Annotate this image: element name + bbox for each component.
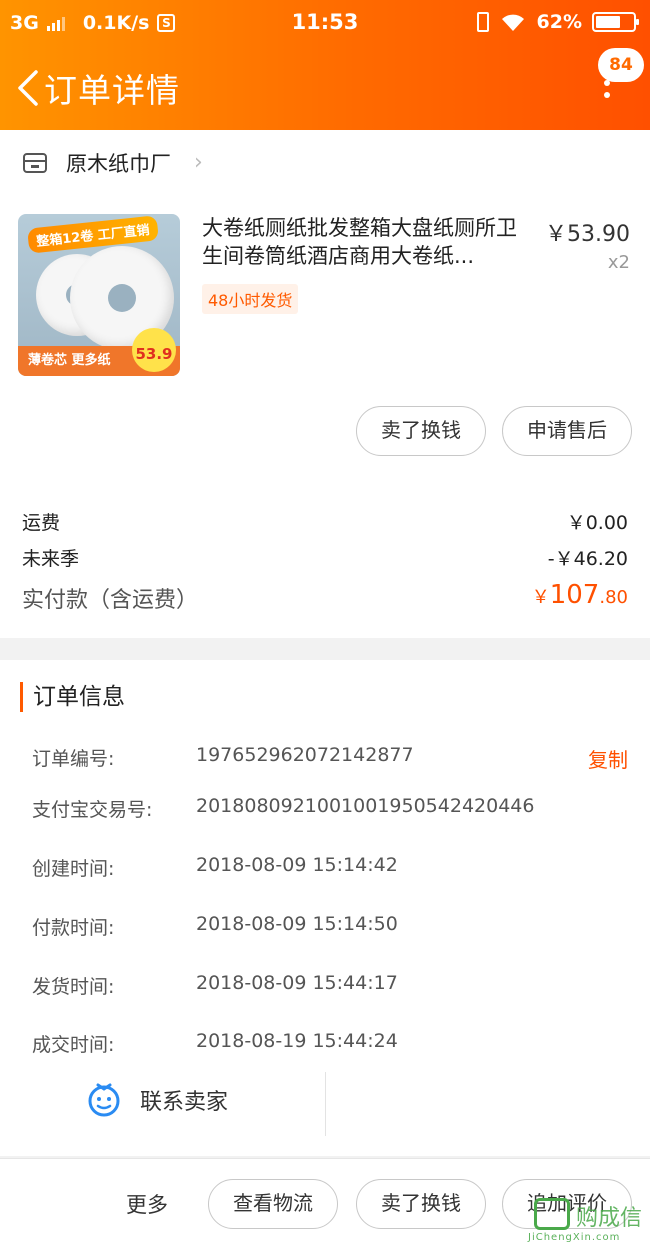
nav-bar: 订单详情 84 bbox=[0, 46, 650, 130]
header: 3G 0.1K/s S 11:53 62% 订单详情 84 bbox=[0, 0, 650, 130]
battery-percent: 62% bbox=[536, 11, 582, 33]
shipping-tag: 48小时发货 bbox=[202, 284, 299, 314]
watermark-logo-icon bbox=[534, 1198, 570, 1230]
product-quantity: x2 bbox=[607, 252, 630, 273]
watermark-text: 购成信 bbox=[576, 1206, 643, 1231]
vibrate-icon bbox=[476, 12, 489, 32]
shipping-fee-row: 运费 ￥0.00 bbox=[22, 508, 628, 535]
discount-value: -￥46.20 bbox=[547, 548, 628, 570]
info-value: 2018-08-09 15:14:42 bbox=[196, 854, 398, 876]
shipping-fee-label: 运费 bbox=[22, 512, 61, 534]
product-thumbnail[interactable]: 整箱12卷 工厂直销 薄卷芯 更多纸 53.9 bbox=[18, 214, 180, 376]
chat-bubble-icon bbox=[88, 1083, 120, 1117]
sell-for-cash-button[interactable]: 卖了换钱 bbox=[356, 406, 486, 456]
shop-icon bbox=[23, 153, 47, 173]
order-item-card: 原木纸巾厂 › 整箱12卷 工厂直销 薄卷芯 更多纸 53.9 大卷纸厕纸批发整… bbox=[0, 130, 650, 638]
info-value: 197652962072142877 bbox=[196, 744, 414, 766]
apply-after-sale-button[interactable]: 申请售后 bbox=[502, 406, 632, 456]
message-count-badge[interactable]: 84 bbox=[598, 48, 644, 82]
contact-seller-label: 联系卖家 bbox=[140, 1090, 229, 1115]
info-label: 订单编号: bbox=[32, 748, 115, 770]
info-label: 发货时间: bbox=[32, 976, 115, 998]
info-label: 创建时间: bbox=[32, 858, 115, 880]
back-arrow-icon[interactable] bbox=[14, 68, 40, 108]
product-price: ￥53.90 bbox=[545, 222, 630, 247]
copy-button[interactable]: 复制 bbox=[588, 744, 628, 773]
info-value: 2018-08-09 15:14:50 bbox=[196, 913, 398, 935]
info-label: 成交时间: bbox=[32, 1034, 115, 1056]
thumbnail-price: 53.9 bbox=[132, 328, 176, 372]
chevron-right-icon: › bbox=[194, 150, 203, 175]
wifi-icon bbox=[501, 14, 524, 31]
info-label: 付款时间: bbox=[32, 917, 115, 939]
contact-seller-button[interactable]: 联系卖家 bbox=[0, 1072, 326, 1136]
status-right: 62% bbox=[476, 11, 639, 33]
shop-row[interactable]: 原木纸巾厂 › bbox=[0, 130, 650, 196]
order-info-section: 订单信息 订单编号: 197652962072142877 复制 支付宝交易号:… bbox=[0, 660, 650, 1156]
page-title: 订单详情 bbox=[44, 71, 180, 110]
order-info-heading: 订单信息 bbox=[20, 682, 125, 712]
info-value: 2018-08-09 15:44:17 bbox=[196, 972, 398, 994]
product-title[interactable]: 大卷纸厕纸批发整箱大盘纸厕所卫生间卷筒纸酒店商用大卷纸... bbox=[202, 214, 532, 270]
discount-row: 未来季 -￥46.20 bbox=[22, 544, 628, 571]
sell-for-cash-button-bottom[interactable]: 卖了换钱 bbox=[356, 1179, 486, 1229]
more-actions-button[interactable]: 更多 bbox=[126, 1189, 168, 1219]
watermark-subtext: JiChengXin.com bbox=[528, 1232, 621, 1243]
total-paid-label: 实付款（含运费） bbox=[22, 588, 199, 613]
total-paid-value: ￥107.80 bbox=[531, 580, 628, 610]
info-value: 2018080921001001950542420446 bbox=[196, 795, 535, 817]
discount-label: 未来季 bbox=[22, 548, 80, 570]
more-menu-icon[interactable] bbox=[600, 80, 614, 120]
total-paid-row: 实付款（含运费） ￥107.80 bbox=[22, 580, 628, 614]
shop-name[interactable]: 原木纸巾厂 bbox=[66, 148, 171, 178]
view-logistics-button[interactable]: 查看物流 bbox=[208, 1179, 338, 1229]
info-label: 支付宝交易号: bbox=[32, 799, 153, 821]
info-value: 2018-08-19 15:44:24 bbox=[196, 1030, 398, 1052]
status-bar: 3G 0.1K/s S 11:53 62% bbox=[0, 0, 650, 46]
battery-icon bbox=[592, 12, 639, 32]
shipping-fee-value: ￥0.00 bbox=[566, 512, 628, 534]
